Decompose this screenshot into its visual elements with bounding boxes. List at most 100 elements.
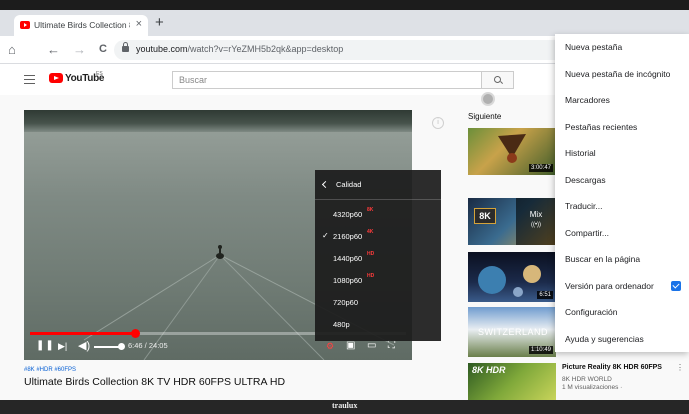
recommended-channel[interactable]: 8K HDR WORLD <box>562 376 612 383</box>
settings-gear-icon[interactable]: ⚙ <box>326 339 334 353</box>
quality-option-label: 720p60 <box>333 298 359 307</box>
menu-item-label: Marcadores <box>565 95 610 105</box>
screen: Ultimate Birds Collection 8K × + ⌂ ← → C… <box>0 0 689 414</box>
new-tab-button[interactable]: + <box>155 14 164 32</box>
menu-item-help[interactable]: Ayuda y sugerencias <box>555 326 689 352</box>
menu-item-label: Descargas <box>565 174 606 185</box>
youtube-logo-icon[interactable] <box>49 73 63 83</box>
pause-icon[interactable]: ❚❚ <box>36 339 55 353</box>
chevron-left-icon <box>321 180 330 189</box>
quality-option[interactable]: 4320p60 8K <box>315 204 441 226</box>
quality-menu-header[interactable]: Calidad <box>315 170 441 200</box>
miniplayer-icon[interactable]: ▣ <box>346 339 355 353</box>
tab-close-icon[interactable]: × <box>136 18 142 30</box>
recommended-views: 1 M visualizaciones · <box>562 384 623 391</box>
search-placeholder: Buscar <box>179 75 208 85</box>
more-options-icon[interactable]: ⋮ <box>676 363 684 372</box>
address-bar[interactable]: youtube.com/watch?v=rYeZMH5b2qk&app=desk… <box>114 40 574 60</box>
menu-item-label: Pestañas recientes <box>565 121 638 132</box>
watermark: traulux <box>332 401 358 410</box>
recommended-thumbnail[interactable]: 8K HDR <box>468 363 556 400</box>
menu-item-label: Historial <box>565 148 596 158</box>
quality-option-label: 2160p60 <box>333 232 363 241</box>
info-icon[interactable]: i <box>432 117 444 129</box>
reload-icon[interactable]: C <box>99 42 107 57</box>
menu-item-downloads[interactable]: Descargas <box>555 167 689 193</box>
forward-icon[interactable]: → <box>73 42 86 57</box>
menu-item-label: Nueva pestaña <box>565 42 623 52</box>
menu-item-label: Traducir... <box>565 201 603 211</box>
next-icon[interactable]: ▶| <box>58 339 67 353</box>
tab-active[interactable]: Ultimate Birds Collection 8K × <box>14 15 148 36</box>
country-code: ES <box>96 71 103 77</box>
menu-item-desktop-site[interactable]: Versión para ordenador <box>555 273 689 299</box>
recommended-title[interactable]: Picture Reality 8K HDR 60FPS <box>562 364 662 371</box>
video-hashtags[interactable]: #8K #HDR #60FPS <box>24 367 76 373</box>
menu-item-label: Buscar en la página <box>565 254 641 264</box>
menu-item-label: Versión para ordenador <box>565 280 654 291</box>
quality-badge: 4K <box>367 229 374 235</box>
menu-item-translate[interactable]: Traducir... <box>555 193 689 219</box>
thumbnail-8k-badge: 8K <box>474 208 496 224</box>
search-button[interactable] <box>482 71 514 89</box>
browser-overflow-menu: Nueva pestaña Nueva pestaña de incógnito… <box>555 34 689 352</box>
fullscreen-icon[interactable]: ⛶ <box>388 339 395 353</box>
desktop-site-checkbox[interactable] <box>671 280 681 291</box>
quality-badge: HD <box>367 251 375 257</box>
quality-option-label: 1080p60 <box>333 276 363 285</box>
time-display: 6:46 / 24:05 <box>128 341 168 350</box>
mix-broadcast-icon: ((•)) <box>530 222 542 228</box>
bottom-bar: traulux <box>0 400 689 414</box>
url-host: youtube.com <box>136 44 188 54</box>
thumbnail-8k-hdr-badge: 8K HDR <box>472 365 506 375</box>
menu-item-label: Configuración <box>565 307 618 317</box>
theater-mode-icon[interactable]: ▭ <box>367 339 376 353</box>
video-duration: 3:00:47 <box>528 164 553 172</box>
quality-option[interactable]: 720p60 <box>315 292 441 314</box>
quality-option-label: 4320p60 <box>333 210 363 219</box>
window-top-bar <box>0 0 689 10</box>
tab-title: Ultimate Birds Collection 8K <box>34 20 130 30</box>
url-text: youtube.com/watch?v=rYeZMH5b2qk&app=desk… <box>136 44 343 54</box>
mix-label: Mix <box>529 210 543 219</box>
menu-item-share[interactable]: Compartir... <box>555 220 689 246</box>
youtube-favicon-icon <box>20 21 30 29</box>
thumbnail-overlay-text: SWITZERLAND <box>478 327 549 337</box>
menu-item-label: Ayuda y sugerencias <box>565 333 644 344</box>
tab-strip: Ultimate Birds Collection 8K × + <box>0 10 689 36</box>
volume-icon[interactable]: ◀) <box>78 339 90 353</box>
recommended-thumbnail[interactable]: 3:00:47 <box>468 128 556 175</box>
quality-option[interactable]: 1080p60 HD <box>315 270 441 292</box>
menu-hamburger-icon[interactable] <box>24 75 35 84</box>
menu-item-history[interactable]: Historial <box>555 140 689 166</box>
video-duration: 1:10:49 <box>528 346 553 354</box>
menu-item-label: Compartir... <box>565 227 609 238</box>
menu-item-incognito[interactable]: Nueva pestaña de incógnito <box>555 61 689 87</box>
video-duration: 6:51 <box>537 291 553 299</box>
search-input[interactable]: Buscar <box>172 71 482 89</box>
quality-option-label: 480p <box>333 320 350 329</box>
volume-slider[interactable] <box>94 346 120 348</box>
menu-item-settings[interactable]: Configuración <box>555 299 689 325</box>
quality-option[interactable]: 1440p60 HD <box>315 248 441 270</box>
quality-option[interactable]: 480p <box>315 314 441 336</box>
mix-thumbnail[interactable]: 8K Mix ((•)) <box>468 198 556 245</box>
up-next-heading: Siguiente <box>468 112 502 121</box>
mix-overlay: Mix ((•)) <box>516 198 556 245</box>
back-icon[interactable]: ← <box>47 42 60 57</box>
recommended-thumbnail[interactable]: 6:51 <box>468 252 556 302</box>
url-path: /watch?v=rYeZMH5b2qk&app=desktop <box>187 44 344 54</box>
check-icon: ✓ <box>322 231 329 240</box>
quality-menu-title: Calidad <box>336 180 362 189</box>
menu-item-find-in-page[interactable]: Buscar en la página <box>555 246 689 272</box>
quality-option-selected[interactable]: ✓ 2160p60 4K <box>315 226 441 248</box>
touch-cursor-indicator <box>481 92 495 106</box>
volume-knob[interactable] <box>118 343 125 350</box>
menu-item-new-tab[interactable]: Nueva pestaña <box>555 34 689 60</box>
quality-menu: Calidad 4320p60 8K ✓ 2160p60 4K 1440p60 … <box>315 170 441 341</box>
lock-icon <box>122 42 129 52</box>
recommended-thumbnail[interactable]: SWITZERLAND 1:10:49 <box>468 307 556 357</box>
menu-item-recent-tabs[interactable]: Pestañas recientes <box>555 114 689 140</box>
home-icon[interactable]: ⌂ <box>8 42 16 57</box>
menu-item-bookmarks[interactable]: Marcadores <box>555 87 689 113</box>
